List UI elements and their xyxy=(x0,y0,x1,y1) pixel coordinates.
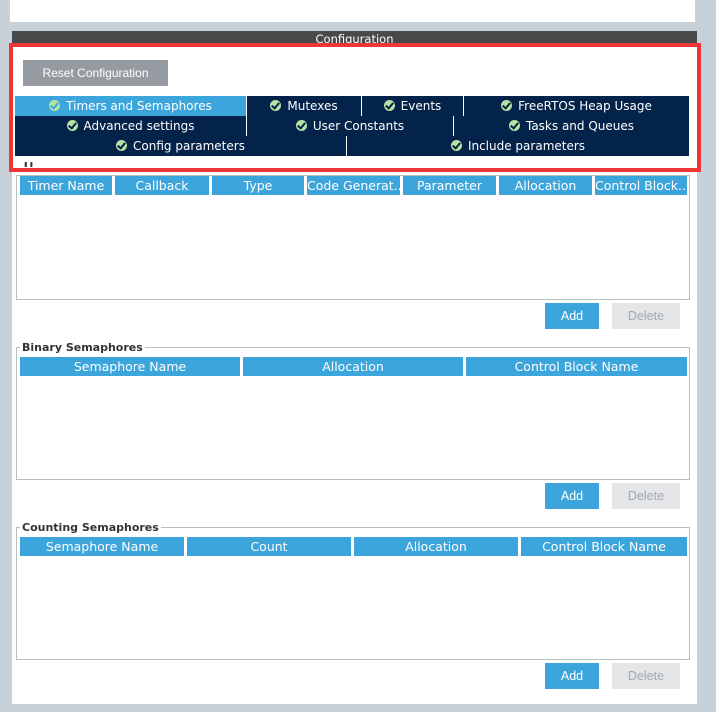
reset-configuration-button[interactable]: Reset Configuration xyxy=(23,60,168,86)
configuration-header: Configuration xyxy=(12,31,697,46)
column-header[interactable]: Allocation xyxy=(499,176,592,195)
tab-config-parameters[interactable]: Config parameters xyxy=(15,136,347,156)
column-header[interactable]: Timer Name xyxy=(20,176,112,195)
timers-delete-button[interactable]: Delete xyxy=(612,303,680,329)
binary-semaphores-group: Semaphore Name Allocation Control Block … xyxy=(16,347,690,480)
tab-advanced-settings[interactable]: Advanced settings xyxy=(15,116,247,136)
counting-delete-button[interactable]: Delete xyxy=(612,663,680,689)
column-header[interactable]: Control Block Name xyxy=(521,537,687,556)
check-icon xyxy=(270,100,282,111)
top-panel xyxy=(10,0,697,22)
binary-add-button[interactable]: Add xyxy=(545,483,599,509)
column-header[interactable]: Semaphore Name xyxy=(20,537,184,556)
tab-include-parameters[interactable]: Include parameters xyxy=(347,136,689,156)
column-header[interactable]: Parameter xyxy=(403,176,496,195)
column-header[interactable]: Allocation xyxy=(243,357,463,376)
column-header[interactable]: Code Generat... xyxy=(307,176,400,195)
tab-user-constants[interactable]: User Constants xyxy=(247,116,454,136)
counting-add-button[interactable]: Add xyxy=(545,663,599,689)
check-icon xyxy=(116,140,128,151)
timers-group-title: Ti xyxy=(22,162,36,168)
check-icon xyxy=(450,140,462,151)
tab-freertos-heap-usage[interactable]: FreeRTOS Heap Usage xyxy=(464,96,689,116)
column-header[interactable]: Control Block Name xyxy=(466,357,687,376)
check-icon xyxy=(49,100,61,111)
timers-add-button[interactable]: Add xyxy=(545,303,599,329)
tab-mutexes[interactable]: Mutexes xyxy=(247,96,362,116)
column-header[interactable]: Allocation xyxy=(354,537,518,556)
column-header[interactable]: Callback xyxy=(115,176,209,195)
check-icon xyxy=(66,120,78,131)
tab-events[interactable]: Events xyxy=(362,96,464,116)
check-icon xyxy=(383,100,395,111)
check-icon xyxy=(508,120,520,131)
counting-semaphores-title: Counting Semaphores xyxy=(20,521,161,534)
tab-tasks-and-queues[interactable]: Tasks and Queues xyxy=(454,116,689,136)
column-header[interactable]: Type xyxy=(212,176,304,195)
tab-timers-and-semaphores[interactable]: Timers and Semaphores xyxy=(15,96,247,116)
check-icon xyxy=(295,120,307,131)
counting-semaphores-group: Semaphore Name Count Allocation Control … xyxy=(16,527,690,660)
freertos-config-screen: Configuration Reset Configuration Timers… xyxy=(0,0,716,712)
column-header[interactable]: Count xyxy=(187,537,351,556)
binary-delete-button[interactable]: Delete xyxy=(612,483,680,509)
column-header[interactable]: Control Block... xyxy=(595,176,687,195)
binary-semaphores-title: Binary Semaphores xyxy=(20,341,145,354)
timers-group: Timer Name Callback Type Code Generat...… xyxy=(16,175,690,300)
column-header[interactable]: Semaphore Name xyxy=(20,357,240,376)
check-icon xyxy=(501,100,513,111)
